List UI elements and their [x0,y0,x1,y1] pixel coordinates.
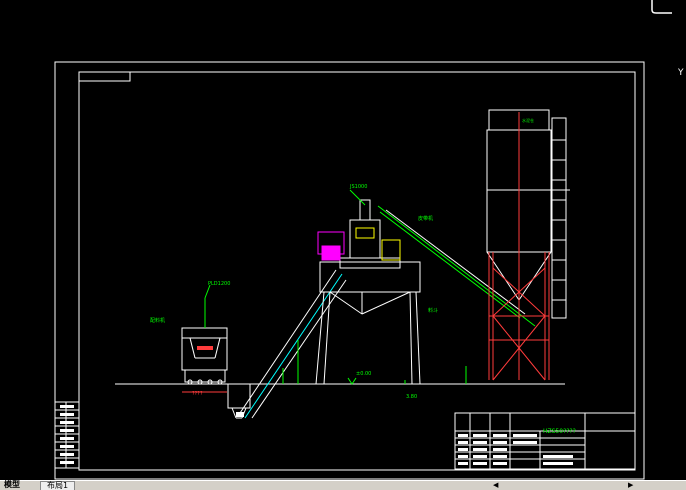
title-block-text [458,434,573,465]
cement-silo [486,109,570,319]
batcher-label: PLD1200 [208,281,230,287]
axis-marker: Y [678,68,684,78]
elevation-markers [282,340,467,385]
ucs-corner-icon [651,0,672,14]
top-left-tag [78,71,131,82]
batcher-red-mark [197,346,213,350]
title-block-code: HZS50???? [543,428,576,435]
aggregate-batcher [181,298,228,385]
sheet-outer-border [54,61,645,480]
tab-model[interactable]: 模型 [4,481,20,489]
screw-conveyors [377,205,536,327]
mixer-top-leader [349,189,366,206]
silo-label: 水泥仓 [522,117,534,123]
left-margin-table [54,401,80,469]
batcher-side-label: 配料机 [150,317,165,324]
conveyor-label: 皮带机 [418,215,433,222]
cad-drawing-canvas[interactable]: ???? PLD1200 配料机 JS1000 皮带机 料斗 ±0.00 3.8… [0,0,686,489]
scroll-left-arrow-icon[interactable]: ◀ [493,482,501,489]
elevation-label-2: 3.80 [406,394,417,400]
elevation-label-1: ±0.00 [356,371,371,377]
scroll-right-arrow-icon[interactable]: ▶ [628,482,636,489]
mixer-unit [317,199,401,261]
side-label: 料斗 [428,307,438,314]
mixer-top-label: JS1000 [349,184,367,190]
batcher-dim-text: ???? [192,391,203,397]
